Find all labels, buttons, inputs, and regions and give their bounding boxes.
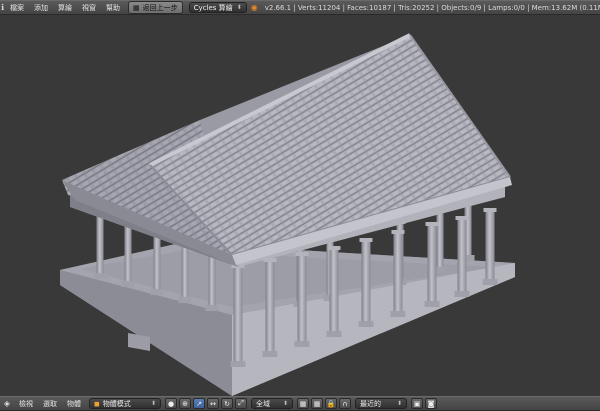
render-engine-dropdown[interactable]: Cycles 算繪 ⬍ xyxy=(188,2,247,13)
orientation-label: 全域 xyxy=(256,399,270,408)
3d-view-header: ◈ 檢視 選取 物體 ◼ 物體模式 ⬍ ● ⊕ ↗ ↔ ↻ ⤢ 全域 ⬍ ▦ ▦… xyxy=(0,396,600,411)
shading-solid-icon[interactable]: ● xyxy=(165,398,177,409)
screen-layout-icon: ▦ xyxy=(133,3,140,12)
menu-render[interactable]: 算繪 xyxy=(53,3,77,13)
dropdown-arrow-icon: ⬍ xyxy=(282,400,288,407)
render-icon[interactable]: ▣ xyxy=(411,398,423,409)
translate-icon[interactable]: ↔ xyxy=(207,398,219,409)
dropdown-arrow-icon: ⬍ xyxy=(396,400,402,407)
main-menu: 檔案 添加 算繪 視窗 幫助 xyxy=(5,3,125,13)
dropdown-arrow-icon: ⬍ xyxy=(236,4,242,11)
info-header: ℹ 檔案 添加 算繪 視窗 幫助 ▦ 返回上一步 Cycles 算繪 ⬍ ◉ v… xyxy=(0,0,600,15)
menu-object[interactable]: 物體 xyxy=(62,399,86,409)
menu-view[interactable]: 檢視 xyxy=(14,399,38,409)
scene-stats: v2.66.1 | Verts:11204 | Faces:10187 | Tr… xyxy=(264,3,600,12)
orientation-dropdown[interactable]: 全域 ⬍ xyxy=(251,398,293,409)
lock-icon[interactable]: 🔒 xyxy=(325,398,337,409)
snap-target-dropdown[interactable]: 最近的 ⬍ xyxy=(355,398,407,409)
3d-view-editor-icon[interactable]: ◈ xyxy=(1,398,13,409)
mode-label: 物體模式 xyxy=(102,399,131,408)
scale-icon[interactable]: ⤢ xyxy=(235,398,247,409)
manipulator-icon[interactable]: ↗ xyxy=(193,398,205,409)
layer-icon[interactable]: ▦ xyxy=(311,398,323,409)
pivot-point-icon[interactable]: ⊕ xyxy=(179,398,191,409)
snap-magnet-icon[interactable]: ∩ xyxy=(339,398,351,409)
snap-target-label: 最近的 xyxy=(360,399,381,408)
menu-select[interactable]: 選取 xyxy=(38,399,62,409)
layer-icon[interactable]: ▦ xyxy=(297,398,309,409)
render-engine-label: Cycles 算繪 xyxy=(193,3,233,12)
blender-logo-icon: ◉ xyxy=(250,3,258,12)
temple-model[interactable] xyxy=(0,15,600,396)
object-mode-icon: ◼ xyxy=(94,399,100,408)
menu-help[interactable]: 幫助 xyxy=(101,3,125,13)
menu-window[interactable]: 視窗 xyxy=(77,3,101,13)
mode-dropdown[interactable]: ◼ 物體模式 ⬍ xyxy=(89,398,161,409)
menu-add[interactable]: 添加 xyxy=(29,3,53,13)
undo-button[interactable]: ▦ 返回上一步 xyxy=(128,1,183,14)
3d-viewport[interactable] xyxy=(0,15,600,396)
rotate-icon[interactable]: ↻ xyxy=(221,398,233,409)
view-menu-group: 檢視 選取 物體 xyxy=(14,399,86,409)
undo-label: 返回上一步 xyxy=(142,3,178,12)
menu-file[interactable]: 檔案 xyxy=(5,3,29,13)
camera-icon[interactable]: ◙ xyxy=(425,398,437,409)
dropdown-arrow-icon: ⬍ xyxy=(150,400,156,407)
info-editor-icon[interactable]: ℹ xyxy=(1,2,4,13)
